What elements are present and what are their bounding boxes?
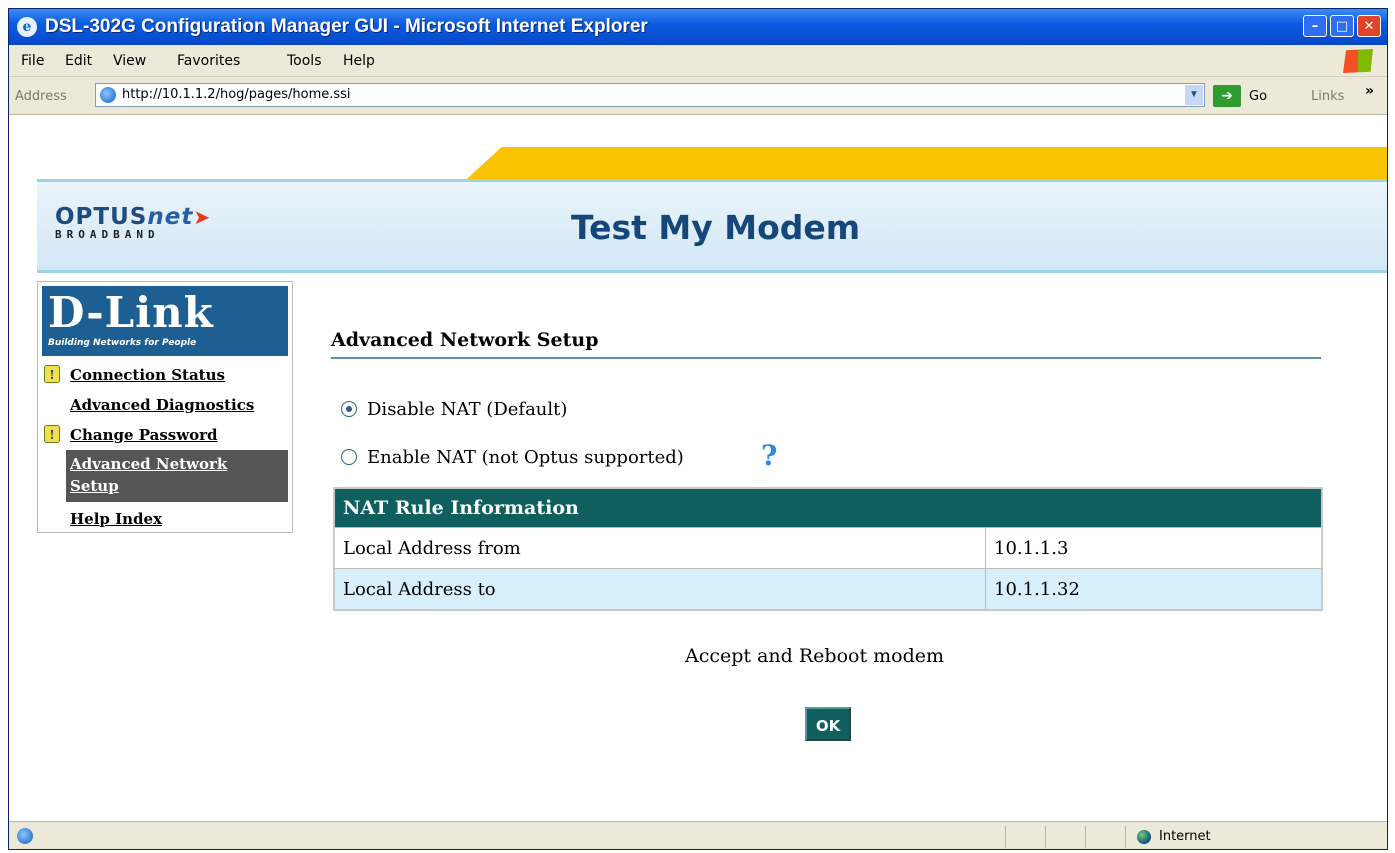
row-label: Local Address to xyxy=(343,579,496,600)
header-banner: OPTUSnet➤ BROADBAND Test My Modem xyxy=(37,179,1387,273)
sidebar-nav: ! Connection Status Advanced Diagnostics… xyxy=(38,360,292,534)
local-address-to-field[interactable]: 10.1.1.32 xyxy=(985,569,1324,609)
sidebar-item-label[interactable]: Advanced Diagnostics xyxy=(70,396,254,414)
optusnet-logo: OPTUSnet➤ BROADBAND xyxy=(55,204,245,256)
row-value[interactable]: 10.1.1.3 xyxy=(994,538,1068,559)
dlink-logo: D-Link Building Networks for People xyxy=(42,286,288,356)
page-content: OPTUSnet➤ BROADBAND Test My Modem D-Link… xyxy=(9,115,1387,821)
maximize-button[interactable]: □ xyxy=(1330,15,1354,37)
sidebar-item-change-password[interactable]: ! Change Password xyxy=(38,420,292,450)
address-bar: Address http://10.1.1.2/hog/pages/home.s… xyxy=(9,77,1387,115)
sidebar-item-label[interactable]: Help Index xyxy=(70,510,162,528)
chevron-right-icon[interactable]: » xyxy=(1365,83,1374,99)
status-divider xyxy=(1005,826,1006,848)
sidebar-item-connection-status[interactable]: ! Connection Status xyxy=(38,360,292,390)
status-divider xyxy=(1085,826,1086,848)
optus-brand: OPTUS xyxy=(55,204,148,230)
page-icon xyxy=(17,828,33,844)
local-address-from-field[interactable]: 10.1.1.3 xyxy=(985,528,1324,568)
menu-bar: File Edit View Favorites Tools Help xyxy=(9,45,1387,77)
table-row: Local Address to 10.1.1.32 xyxy=(335,568,1321,609)
windows-logo-icon xyxy=(1343,49,1373,73)
close-button[interactable]: ✕ xyxy=(1357,15,1381,37)
menu-file[interactable]: File xyxy=(21,53,44,69)
title-bar[interactable]: e DSL-302G Configuration Manager GUI - M… xyxy=(9,9,1387,45)
status-divider xyxy=(1125,826,1126,848)
disable-nat-option[interactable]: Disable NAT (Default) xyxy=(341,399,567,420)
table-header: NAT Rule Information xyxy=(335,489,1321,527)
go-arrow-icon[interactable]: ➔ xyxy=(1213,85,1241,107)
address-input[interactable]: http://10.1.1.2/hog/pages/home.ssi ▼ xyxy=(95,83,1205,107)
enable-nat-radio[interactable] xyxy=(341,449,357,465)
go-button[interactable]: Go xyxy=(1249,89,1267,104)
nat-rule-table: NAT Rule Information Local Address from … xyxy=(333,487,1323,611)
page-title: Advanced Network Setup xyxy=(331,329,599,351)
table-row: Local Address from 10.1.1.3 xyxy=(335,527,1321,568)
dlink-tagline: Building Networks for People xyxy=(48,338,197,348)
banner-title: Test My Modem xyxy=(571,208,861,247)
optus-broadband: BROADBAND xyxy=(55,228,160,241)
sidebar-item-label[interactable]: Advanced Network Setup xyxy=(70,453,260,497)
links-button[interactable]: Links xyxy=(1311,89,1344,104)
optus-brand-net: net xyxy=(147,204,194,230)
internet-explorer-icon: e xyxy=(17,17,37,37)
security-zone: Internet xyxy=(1159,829,1211,844)
menu-edit[interactable]: Edit xyxy=(65,53,92,69)
sidebar-item-label[interactable]: Change Password xyxy=(70,426,218,444)
sidebar-item-label[interactable]: Connection Status xyxy=(70,366,225,384)
ok-button[interactable]: OK xyxy=(805,707,851,741)
sidebar-item-help-index[interactable]: Help Index xyxy=(38,504,292,534)
disable-nat-label: Disable NAT (Default) xyxy=(367,399,568,420)
window-title: DSL-302G Configuration Manager GUI - Mic… xyxy=(45,16,648,37)
row-label: Local Address from xyxy=(343,538,521,559)
enable-nat-label: Enable NAT (not Optus supported) xyxy=(367,447,684,468)
status-bar: Internet xyxy=(9,821,1387,849)
address-label: Address xyxy=(15,89,67,104)
address-url[interactable]: http://10.1.1.2/hog/pages/home.ssi xyxy=(122,87,351,102)
menu-favorites[interactable]: Favorites xyxy=(177,53,240,69)
warning-icon: ! xyxy=(44,425,60,443)
row-value[interactable]: 10.1.1.32 xyxy=(994,579,1080,600)
help-question-icon[interactable]: ? xyxy=(761,439,777,472)
swoosh-icon: ➤ xyxy=(193,205,212,229)
menu-tools[interactable]: Tools xyxy=(287,53,322,69)
browser-window: e DSL-302G Configuration Manager GUI - M… xyxy=(8,8,1388,850)
window-controls: – □ ✕ xyxy=(1303,15,1381,37)
accept-reboot-text: Accept and Reboot modem xyxy=(685,645,944,667)
enable-nat-option[interactable]: Enable NAT (not Optus supported) xyxy=(341,447,684,468)
sidebar-item-advanced-diagnostics[interactable]: Advanced Diagnostics xyxy=(38,390,292,420)
minimize-button[interactable]: – xyxy=(1303,15,1327,37)
status-divider xyxy=(1045,826,1046,848)
globe-icon xyxy=(1137,830,1151,844)
menu-help[interactable]: Help xyxy=(343,53,375,69)
address-dropdown-icon[interactable]: ▼ xyxy=(1185,85,1203,105)
sidebar: D-Link Building Networks for People ! Co… xyxy=(37,281,293,533)
menu-view[interactable]: View xyxy=(113,53,146,69)
dlink-name: D-Link xyxy=(48,288,214,337)
warning-icon: ! xyxy=(44,365,60,383)
page-icon xyxy=(100,87,116,103)
sidebar-item-advanced-network-setup[interactable]: Advanced Network Setup xyxy=(38,450,292,504)
disable-nat-radio[interactable] xyxy=(341,401,357,417)
heading-divider xyxy=(331,357,1321,359)
